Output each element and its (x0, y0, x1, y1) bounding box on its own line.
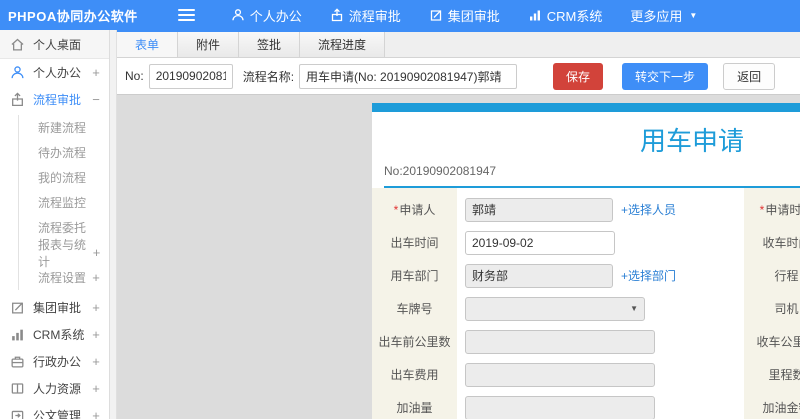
edit-icon (10, 300, 25, 315)
book-icon (10, 381, 25, 396)
person-icon (231, 8, 245, 22)
form-no: No:20190902081947 (384, 164, 497, 178)
nav-process-approval[interactable]: 流程审批 (316, 0, 415, 30)
depart-time-input[interactable] (465, 230, 615, 255)
select-person-link[interactable]: +选择人员 (621, 201, 676, 218)
tab-sign[interactable]: 签批 (239, 32, 301, 57)
sidebar-item-desktop[interactable]: 个人桌面 (0, 30, 109, 59)
content-area: 表单 附件 签批 流程进度 No: 流程名称: 保存 转交下一步 返回 用车申请… (117, 30, 800, 419)
start-km-label: 出车前公里数 (378, 335, 451, 349)
forward-next-step-button[interactable]: 转交下一步 (622, 62, 709, 90)
workspace: 用车申请 No:20190902081947 *申请人 +选择人员 *申请时间 (117, 95, 800, 419)
tab-bar: 表单 附件 签批 流程进度 (117, 32, 800, 58)
app-logo: PHPOA协同办公软件 (8, 8, 138, 24)
expand-icon[interactable]: + (91, 300, 101, 315)
form-title: 用车申请 (639, 126, 744, 156)
sidebar: 个人桌面 个人办公 + 流程审批 − 新建流程 待办流程 我的流程 流程监控 流… (0, 30, 110, 419)
top-navigation: 个人办公 流程审批 集团审批 CRM系统 更多应用 ▼ (217, 0, 712, 30)
collapse-icon[interactable]: − (91, 92, 101, 107)
driver-label: 司机 (774, 302, 799, 316)
document-icon (10, 408, 25, 419)
select-department-link[interactable]: +选择部门 (621, 267, 676, 284)
expand-icon[interactable]: + (91, 65, 101, 80)
start-km-input[interactable] (465, 329, 655, 354)
sidebar-item-documents[interactable]: 公文管理 + (0, 402, 109, 419)
submenu-new-process[interactable]: 新建流程 (0, 115, 109, 140)
apply-time-label: 申请时间 (765, 203, 800, 217)
chart-icon (528, 8, 542, 22)
mileage-label: 里程数 (768, 368, 800, 382)
person-icon (10, 65, 25, 80)
home-icon (10, 37, 25, 52)
process-submenu: 新建流程 待办流程 我的流程 流程监控 流程委托 报表与统计 + 流程设置 + (0, 113, 109, 294)
fuel-input[interactable] (465, 395, 655, 419)
sidebar-item-admin-office[interactable]: 行政办公 + (0, 348, 109, 375)
form-row-applicant: *申请人 +选择人员 *申请时间 (372, 193, 800, 226)
expand-icon[interactable]: + (91, 381, 101, 396)
expand-icon[interactable]: + (92, 245, 101, 260)
form-row-plate: 车牌号 ▼ 司机 (372, 292, 800, 325)
fuel-label: 加油量 (396, 401, 433, 415)
nav-personal-office[interactable]: 个人办公 (217, 0, 316, 30)
form-row-depart-time: 出车时间 收车时间 (372, 226, 800, 259)
process-icon (10, 92, 25, 107)
select-caret-icon: ▼ (630, 304, 638, 313)
sidebar-item-process-approval[interactable]: 流程审批 − (0, 86, 109, 113)
cost-label: 出车费用 (390, 368, 439, 382)
return-time-label: 收车时间 (762, 236, 800, 250)
nav-more-apps[interactable]: 更多应用 ▼ (616, 0, 711, 30)
expand-icon[interactable]: + (91, 354, 101, 369)
tab-attachments[interactable]: 附件 (178, 32, 240, 57)
process-icon (330, 8, 344, 22)
sidebar-item-personal-office[interactable]: 个人办公 + (0, 59, 109, 86)
topbar: PHPOA协同办公软件 个人办公 流程审批 集团审批 CRM系统 更多应用 ▼ (0, 0, 800, 30)
no-label: No: (125, 69, 144, 83)
submenu-process-settings[interactable]: 流程设置 + (0, 265, 109, 290)
back-button[interactable]: 返回 (723, 62, 776, 90)
nav-crm-system[interactable]: CRM系统 (514, 0, 617, 30)
form-row-cost: 出车费用 里程数 (372, 358, 800, 391)
form-row-start-km: 出车前公里数 收车公里数 (372, 325, 800, 358)
form-row-fuel: 加油量 加油金额 (372, 391, 800, 419)
submenu-process-monitor[interactable]: 流程监控 (0, 190, 109, 215)
fuel-amount-label: 加油金额 (762, 401, 800, 415)
sidebar-item-hr[interactable]: 人力资源 + (0, 375, 109, 402)
depart-time-label: 出车时间 (390, 236, 439, 250)
sidebar-scrollbar[interactable] (110, 30, 117, 419)
itinerary-label: 行程 (774, 269, 799, 283)
edit-icon (429, 8, 443, 22)
process-name-input[interactable] (299, 63, 518, 89)
process-name-label: 流程名称: (242, 69, 295, 84)
menu-toggle-icon[interactable] (177, 9, 195, 21)
end-km-label: 收车公里数 (756, 335, 800, 349)
expand-icon[interactable]: + (91, 408, 101, 419)
applicant-label: 申请人 (399, 203, 436, 217)
plate-select[interactable]: ▼ (465, 296, 645, 321)
plate-label: 车牌号 (396, 302, 433, 316)
nav-group-approval[interactable]: 集团审批 (415, 0, 514, 30)
department-label: 用车部门 (390, 269, 439, 283)
tab-progress[interactable]: 流程进度 (300, 32, 386, 57)
process-no-input[interactable] (148, 63, 233, 89)
department-input[interactable] (465, 263, 613, 288)
expand-icon[interactable]: + (91, 270, 101, 285)
sidebar-item-group-approval[interactable]: 集团审批 + (0, 294, 109, 321)
expand-icon[interactable]: + (91, 327, 101, 342)
toolbar: No: 流程名称: 保存 转交下一步 返回 (117, 58, 800, 95)
briefcase-icon (10, 354, 25, 369)
sidebar-item-crm[interactable]: CRM系统 + (0, 321, 109, 348)
chart-icon (10, 327, 25, 342)
save-button[interactable]: 保存 (553, 62, 604, 90)
submenu-my-process[interactable]: 我的流程 (0, 165, 109, 190)
form-row-department: 用车部门 +选择部门 行程 (372, 259, 800, 292)
caret-down-icon: ▼ (689, 10, 698, 20)
submenu-reports-stats[interactable]: 报表与统计 + (0, 238, 109, 269)
applicant-input[interactable] (465, 197, 613, 222)
cost-input[interactable] (465, 362, 655, 387)
submenu-pending-process[interactable]: 待办流程 (0, 140, 109, 165)
tab-form[interactable]: 表单 (117, 32, 179, 57)
form-header-strip (372, 103, 800, 112)
vehicle-request-form: 用车申请 No:20190902081947 *申请人 +选择人员 *申请时间 (372, 103, 800, 419)
